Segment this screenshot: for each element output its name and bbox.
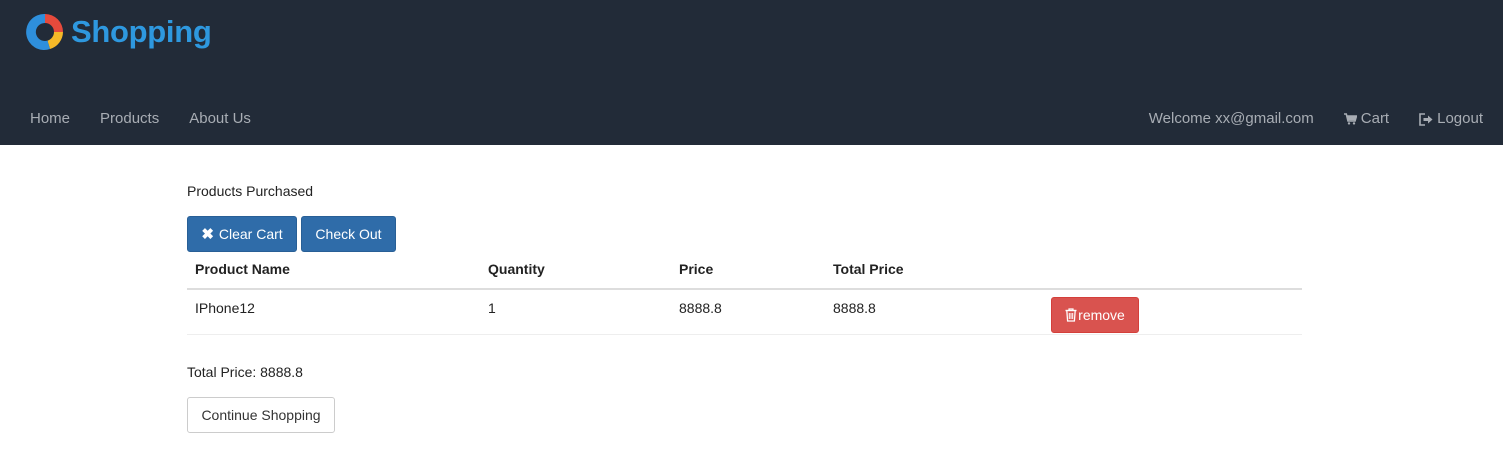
close-icon: ✖ [201, 226, 214, 243]
welcome-text: Welcome xx@gmail.com [1148, 110, 1314, 127]
remove-button[interactable]: remove [1051, 297, 1139, 333]
cart-icon [1343, 113, 1357, 125]
table-row: IPhone12 1 8888.8 8888.8 remove [187, 289, 1302, 335]
column-header-product-name: Product Name [187, 253, 480, 290]
page-title: Products Purchased [187, 183, 314, 199]
actions-cell: remove [1043, 289, 1302, 335]
user-nav: Welcome xx@gmail.com Cart Logout [1134, 102, 1503, 136]
clear-cart-label: Clear Cart [218, 226, 283, 242]
cart-table: Product Name Quantity Price Total Price … [187, 253, 1302, 335]
total-price-cell: 8888.8 [825, 289, 1043, 335]
product-name-cell: IPhone12 [187, 289, 480, 335]
column-header-actions [1043, 253, 1302, 290]
price-cell: 8888.8 [671, 289, 825, 335]
nav-about-us[interactable]: About Us [174, 102, 266, 136]
column-header-total-price: Total Price [825, 253, 1043, 290]
column-header-price: Price [671, 253, 825, 290]
quantity-cell: 1 [480, 289, 671, 335]
continue-shopping-button[interactable]: Continue Shopping [187, 397, 335, 433]
nav-home[interactable]: Home [15, 102, 85, 136]
remove-label: remove [1078, 307, 1125, 323]
trash-icon [1065, 308, 1077, 322]
clear-cart-button[interactable]: ✖ Clear Cart [187, 216, 297, 252]
nav-logout-label: Logout [1437, 110, 1483, 127]
column-header-quantity: Quantity [480, 253, 671, 290]
brand-link[interactable]: Shopping [23, 11, 212, 53]
nav-cart[interactable]: Cart [1329, 102, 1404, 136]
nav-logout[interactable]: Logout [1404, 102, 1503, 136]
main-nav: Home Products About Us [15, 102, 266, 136]
nav-products[interactable]: Products [85, 102, 174, 136]
top-navbar: Shopping Home Products About Us Welcome … [0, 0, 1503, 145]
table-header-row: Product Name Quantity Price Total Price [187, 253, 1302, 290]
total-price-text: Total Price: 8888.8 [187, 364, 303, 380]
nav-cart-label: Cart [1360, 110, 1390, 127]
check-out-button[interactable]: Check Out [301, 216, 396, 252]
shopping-logo-icon [26, 13, 63, 50]
logout-icon [1419, 112, 1433, 126]
brand-name: Shopping [71, 14, 212, 49]
